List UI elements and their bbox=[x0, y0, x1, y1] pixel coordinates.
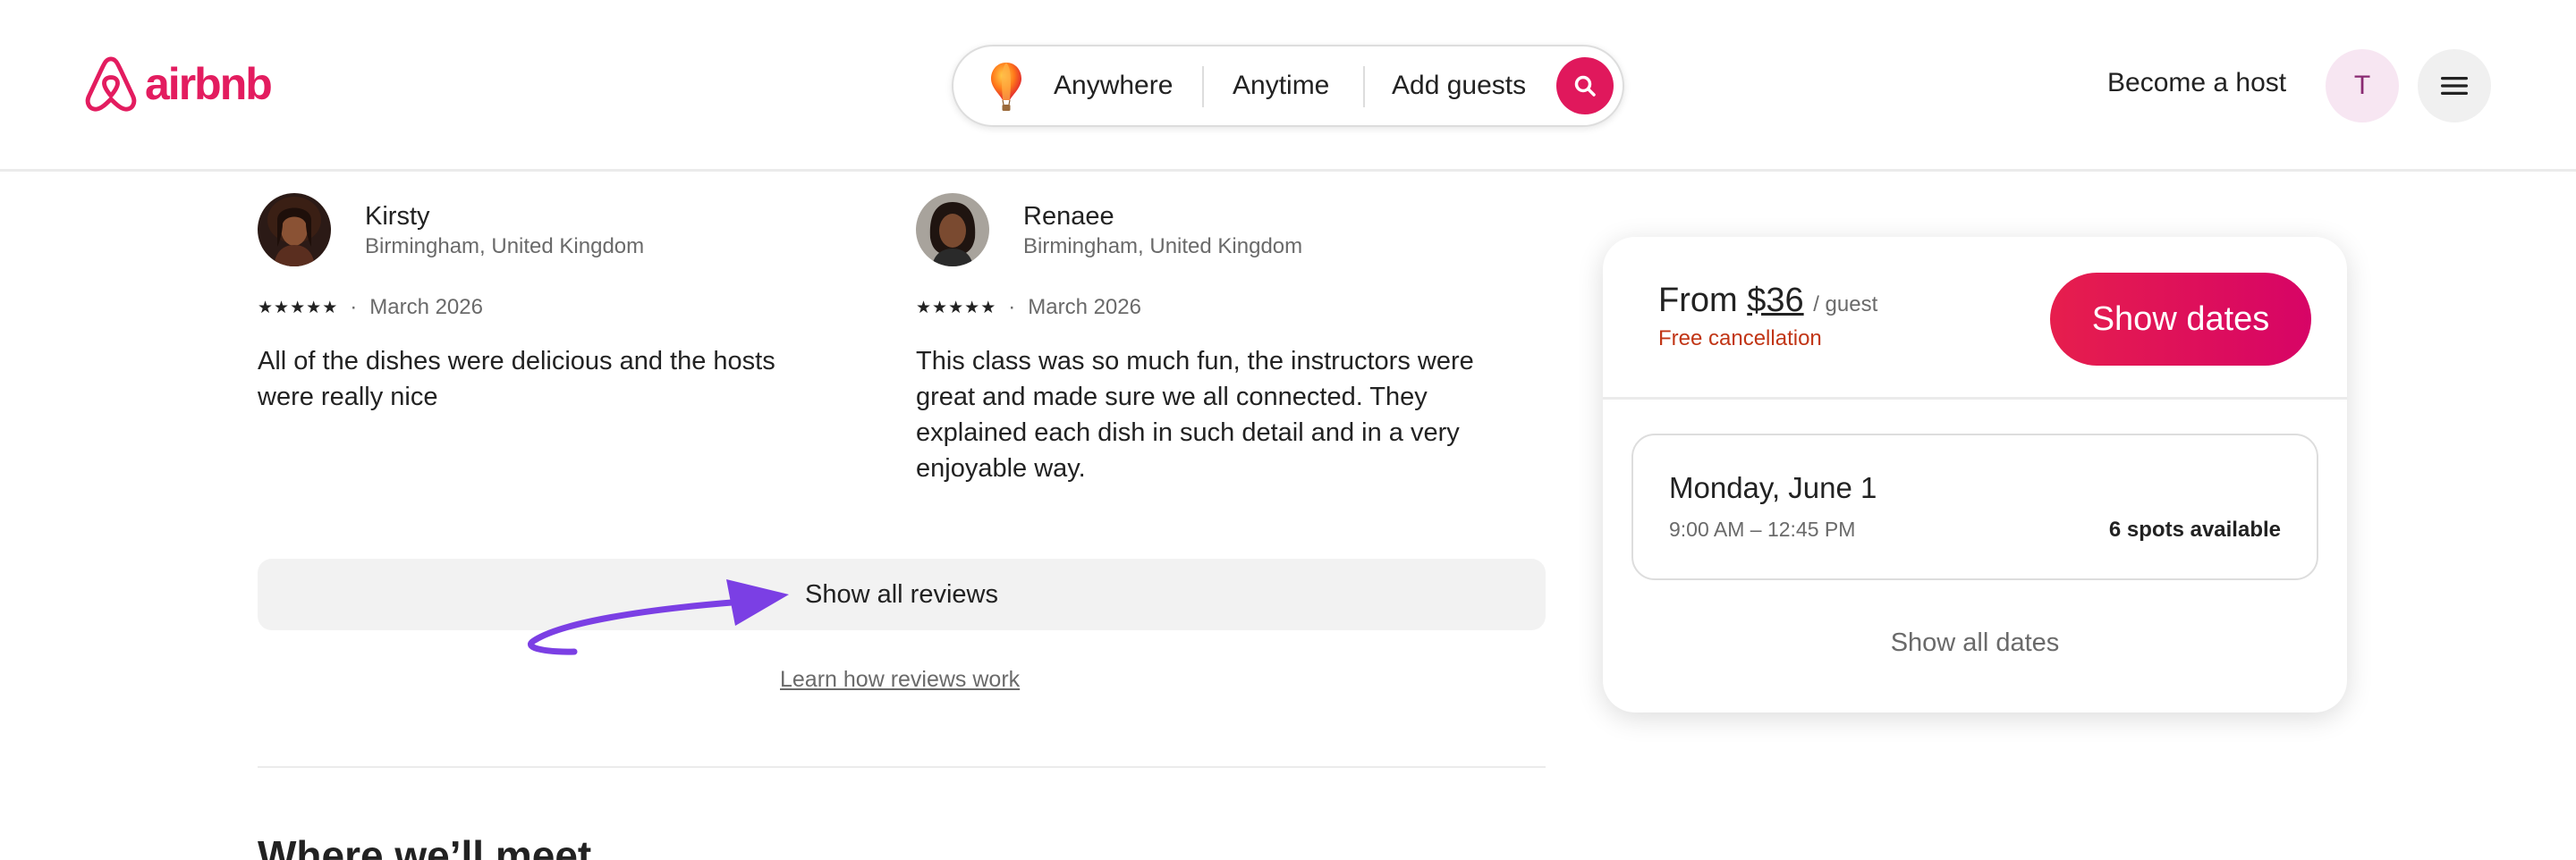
price-prefix: From bbox=[1658, 282, 1738, 319]
star-icon: ★ bbox=[290, 298, 306, 317]
become-host-link[interactable]: Become a host bbox=[2107, 68, 2286, 98]
star-icon: ★ bbox=[274, 298, 290, 317]
review-date: March 2026 bbox=[1028, 295, 1141, 319]
reviewer-avatar[interactable] bbox=[916, 193, 989, 266]
main-menu-button[interactable] bbox=[2418, 49, 2491, 122]
search-bar[interactable]: Anywhere Anytime Add guests bbox=[952, 45, 1624, 127]
star-icon: ★ bbox=[980, 298, 996, 317]
learn-how-reviews-work-link[interactable]: Learn how reviews work bbox=[780, 667, 1020, 693]
reviewer-name: Renaee bbox=[1023, 202, 1114, 231]
reviewer-avatar[interactable] bbox=[258, 193, 331, 266]
show-dates-label: Show dates bbox=[2091, 299, 2270, 338]
section-title: Where we’ll meet bbox=[258, 832, 592, 860]
booking-card: From $36 / guest Free cancellation Show … bbox=[1603, 237, 2347, 712]
top-header: airbnb Anywhere Anytime Add guests Becom… bbox=[0, 0, 2576, 172]
meta-separator: · bbox=[350, 295, 358, 319]
search-anytime[interactable]: Anytime bbox=[1233, 46, 1329, 125]
search-add-guests[interactable]: Add guests bbox=[1392, 46, 1526, 125]
show-dates-button[interactable]: Show dates bbox=[2050, 273, 2311, 366]
star-icon: ★ bbox=[948, 298, 964, 317]
star-icon: ★ bbox=[964, 298, 980, 317]
logo-wordmark: airbnb bbox=[145, 59, 273, 109]
search-button[interactable] bbox=[1556, 57, 1614, 114]
review-rating: ★ ★ ★ ★ ★ bbox=[916, 299, 996, 316]
date-option-title: Monday, June 1 bbox=[1669, 471, 1877, 504]
user-avatar-button[interactable]: T bbox=[2326, 49, 2399, 122]
airbnb-logo-icon bbox=[85, 56, 137, 112]
price-line: From $36 / guest bbox=[1658, 282, 1877, 320]
star-icon: ★ bbox=[916, 298, 932, 317]
star-icon: ★ bbox=[322, 298, 338, 317]
price-unit: / guest bbox=[1813, 292, 1878, 316]
review-text: All of the dishes were delicious and the… bbox=[258, 347, 775, 411]
review-text: This class was so much fun, the instruct… bbox=[916, 347, 1474, 483]
search-divider bbox=[1202, 66, 1204, 107]
review-meta: ★ ★ ★ ★ ★ · March 2026 bbox=[916, 295, 1141, 320]
avatar-initial: T bbox=[2353, 71, 2371, 100]
review-meta: ★ ★ ★ ★ ★ · March 2026 bbox=[258, 295, 483, 320]
show-all-dates-button[interactable]: Show all dates bbox=[1603, 628, 2347, 658]
search-divider bbox=[1363, 66, 1365, 107]
price-header: From $36 / guest Free cancellation Show … bbox=[1603, 237, 2347, 400]
date-option-spots: 6 spots available bbox=[2108, 518, 2281, 542]
hot-air-balloon-icon bbox=[989, 61, 1023, 117]
date-option[interactable]: Monday, June 1 9:00 AM – 12:45 PM 6 spot… bbox=[1631, 434, 2318, 580]
free-cancellation: Free cancellation bbox=[1658, 326, 1822, 350]
star-icon: ★ bbox=[306, 298, 322, 317]
annotation-arrow-icon bbox=[528, 579, 789, 655]
show-all-reviews-button[interactable]: Show all reviews bbox=[258, 559, 1546, 630]
section-divider bbox=[258, 766, 1546, 768]
price-amount[interactable]: $36 bbox=[1747, 282, 1803, 319]
date-option-time: 9:00 AM – 12:45 PM bbox=[1669, 518, 1856, 541]
reviewer-name: Kirsty bbox=[365, 202, 430, 231]
search-icon bbox=[1574, 75, 1596, 97]
meta-separator: · bbox=[1008, 295, 1016, 319]
reviewer-location: Birmingham, United Kingdom bbox=[365, 234, 645, 258]
reviewer-location: Birmingham, United Kingdom bbox=[1023, 234, 1303, 258]
star-icon: ★ bbox=[258, 298, 274, 317]
hamburger-menu-icon bbox=[2441, 77, 2468, 95]
review-rating: ★ ★ ★ ★ ★ bbox=[258, 299, 337, 316]
show-all-reviews-label: Show all reviews bbox=[805, 579, 998, 609]
review-date: March 2026 bbox=[369, 295, 483, 319]
airbnb-logo[interactable]: airbnb bbox=[84, 55, 273, 113]
star-icon: ★ bbox=[932, 298, 948, 317]
search-anywhere[interactable]: Anywhere bbox=[1054, 46, 1173, 125]
